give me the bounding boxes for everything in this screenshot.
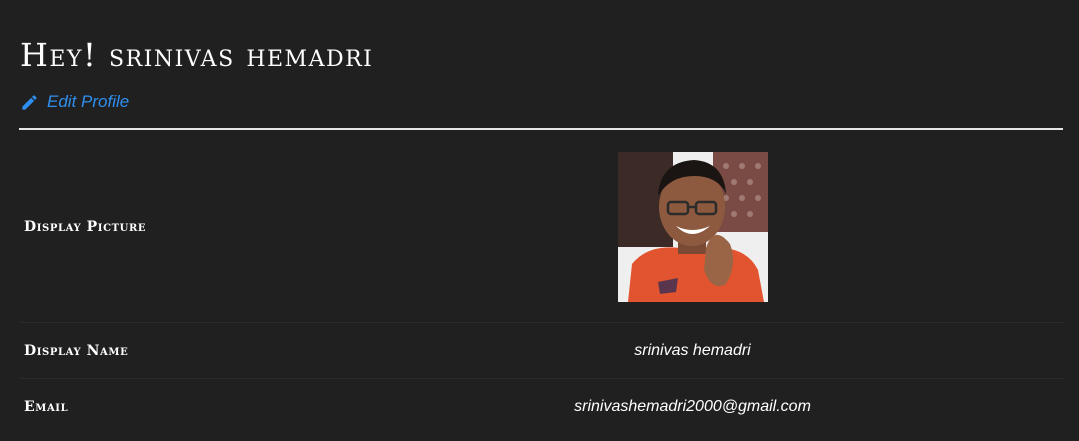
email-value: srinivashemadri2000@gmail.com — [574, 398, 811, 415]
display-picture-label: Display Picture — [24, 219, 147, 235]
display-picture-row: Display Picture — [20, 152, 1063, 302]
header-divider — [19, 128, 1063, 130]
display-name-row: Display Name srinivas hemadri — [20, 328, 1063, 374]
email-label: Email — [24, 399, 69, 415]
row-divider — [20, 378, 1063, 379]
email-row: Email srinivashemadri2000@gmail.com — [20, 382, 1063, 432]
row-divider — [20, 322, 1063, 323]
display-name-label: Display Name — [24, 343, 129, 359]
display-picture-cell — [420, 152, 1063, 302]
edit-profile-label: Edit Profile — [47, 92, 130, 111]
page-title: Hey! srinivas hemadri — [20, 36, 374, 74]
edit-profile-link[interactable]: Edit Profile — [20, 92, 129, 112]
avatar — [617, 152, 768, 302]
display-name-value: srinivas hemadri — [634, 342, 751, 359]
profile-page: Hey! srinivas hemadri Edit Profile Displ… — [0, 0, 1079, 441]
pencil-icon — [20, 93, 39, 112]
